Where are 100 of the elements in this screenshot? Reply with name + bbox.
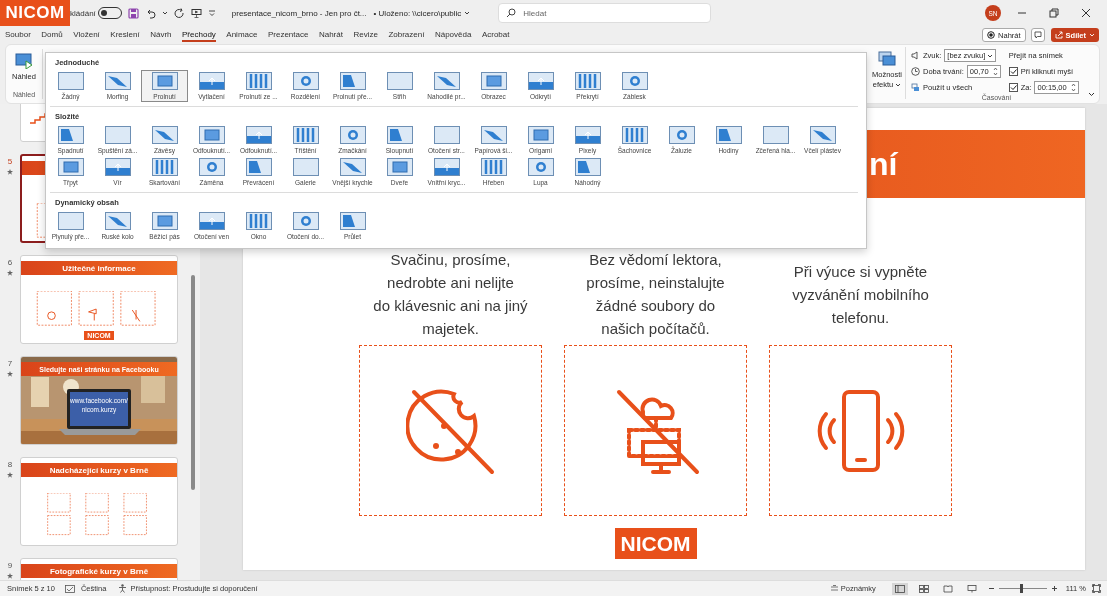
transition-preview-icon — [339, 126, 366, 144]
transition-preview-icon — [151, 126, 178, 144]
slide-number: 9 — [7, 561, 13, 570]
caret-icon — [895, 83, 902, 87]
transition-preview-icon — [198, 126, 225, 144]
search-field[interactable]: Hledat — [498, 3, 712, 23]
checkbox[interactable] — [1008, 67, 1018, 76]
chevron-down-icon — [464, 11, 471, 15]
caret-icon — [1089, 33, 1095, 37]
ribbon-tab[interactable]: Domů — [41, 28, 63, 42]
ribbon-tab[interactable]: Zobrazení — [388, 28, 425, 42]
accessibility-icon[interactable] — [118, 584, 128, 593]
comments-button[interactable] — [1030, 28, 1045, 42]
fit-to-window-icon[interactable] — [1092, 584, 1101, 593]
transition-preview-icon — [668, 126, 695, 144]
zoom-in-icon[interactable] — [1050, 585, 1058, 592]
transition-preview-icon — [57, 158, 84, 176]
transition-preview-icon — [574, 72, 601, 90]
autosave-label: kládání — [70, 8, 96, 18]
transition-preview-icon — [480, 72, 507, 90]
preview-icon — [15, 53, 33, 69]
ribbon-tab[interactable]: Kreslení — [110, 28, 140, 42]
slide-title: Užitečné informace — [21, 261, 177, 275]
restore-icon[interactable] — [1049, 8, 1059, 18]
presentation-icon[interactable] — [190, 7, 202, 19]
search-icon — [506, 8, 517, 18]
transition-preview-icon — [574, 158, 601, 176]
scrollbar[interactable] — [191, 275, 195, 490]
transition-preview-icon — [104, 158, 131, 176]
caret-icon — [987, 53, 994, 58]
checkbox[interactable] — [1008, 83, 1018, 92]
transition-preview-icon — [198, 158, 225, 176]
slide-title: Fotografické kurzy v Brně — [21, 564, 177, 578]
ribbon-tab[interactable]: Revize — [353, 28, 378, 42]
redo-icon[interactable] — [173, 7, 185, 19]
ribbon-tab[interactable]: Prezentace — [267, 28, 309, 42]
slide-thumbnail[interactable]: Fotografické kurzy v Brně — [20, 558, 178, 580]
ribbon-tab[interactable]: Acrobat — [481, 28, 510, 42]
transition-preview-icon — [57, 212, 84, 230]
ribbon-tab[interactable]: Návrh — [150, 28, 172, 42]
share-icon — [1054, 31, 1063, 39]
checkmark-icon — [1009, 84, 1017, 91]
ribbon-tab[interactable]: Animace — [226, 28, 258, 42]
save-icon[interactable] — [127, 7, 139, 19]
transition-preview-icon — [527, 158, 554, 176]
view-button[interactable] — [891, 582, 908, 595]
transition-preview-icon — [245, 72, 272, 90]
transition-preview-icon — [57, 126, 84, 144]
slide-thumbnail[interactable]: Nadcházející kurzy v Brně — [20, 457, 178, 546]
clock-icon — [911, 67, 920, 76]
transition-preview-icon — [292, 72, 319, 90]
projector-screen-icon — [966, 584, 977, 593]
transition-preview-icon — [151, 72, 178, 90]
rule-text: Při výuce si vypněte vyzvánění mobilního telefonu. — [792, 261, 929, 328]
ribbon-tab[interactable]: Soubor — [5, 28, 31, 42]
slide-number: 8 — [7, 460, 13, 469]
transition-preview-icon — [433, 126, 460, 144]
ribbon-tab[interactable]: Nápověda — [434, 28, 472, 42]
spin-arrows-icon[interactable] — [992, 67, 998, 76]
transition-preview-icon — [386, 126, 413, 144]
transition-preview-icon — [621, 72, 648, 90]
spin-arrows-icon[interactable] — [1070, 83, 1076, 92]
transition-preview-icon — [809, 126, 836, 144]
transition-preview-icon — [762, 126, 789, 144]
transition-preview-icon — [527, 126, 554, 144]
spellcheck-icon[interactable] — [64, 584, 75, 593]
ribbon-tab[interactable]: Vložení — [73, 28, 100, 42]
zoom-out-icon[interactable] — [987, 585, 995, 592]
book-icon — [942, 584, 953, 593]
collapse-chevron-icon[interactable] — [1088, 92, 1095, 97]
slider-thumb[interactable] — [1020, 584, 1024, 593]
transition-preview-icon — [198, 72, 225, 90]
transition-preview-icon — [480, 158, 507, 176]
transition-preview-icon — [104, 212, 131, 230]
ribbon-tab[interactable]: Přechody — [182, 28, 216, 42]
transition-preview-icon — [386, 158, 413, 176]
company-logo: NICOM — [0, 0, 70, 26]
transition-preview-icon — [480, 126, 507, 144]
transition-preview-icon — [104, 126, 131, 144]
transition-preview-icon — [339, 72, 366, 90]
transition-preview-icon — [104, 72, 131, 90]
transition-preview-icon — [386, 72, 413, 90]
transition-preview-icon — [621, 126, 648, 144]
transition-preview-icon — [151, 158, 178, 176]
apply-all-icon — [911, 83, 920, 92]
close-icon[interactable] — [1081, 8, 1091, 18]
rule-text: Svačinu, prosíme, nedrobte ani nelijte do klávesnic ani na jiný majetek. — [373, 250, 528, 339]
transition-preview-icon — [57, 72, 84, 90]
overlapping-windows-icon — [878, 51, 896, 67]
ribbon-tab[interactable]: Nahrát — [318, 28, 343, 42]
transition-preview-icon — [292, 212, 319, 230]
transition-preview-icon — [198, 212, 225, 230]
comment-icon — [1033, 31, 1042, 39]
slide-title: ní — [869, 145, 898, 183]
file-name: presentace_nicom_brno - Jen pro čt... — [231, 8, 367, 18]
notes-icon[interactable] — [829, 584, 839, 593]
transition-preview-icon — [715, 126, 742, 144]
transition-preview-icon — [151, 212, 178, 230]
speaker-icon — [911, 51, 920, 60]
caret-icon — [161, 11, 168, 15]
